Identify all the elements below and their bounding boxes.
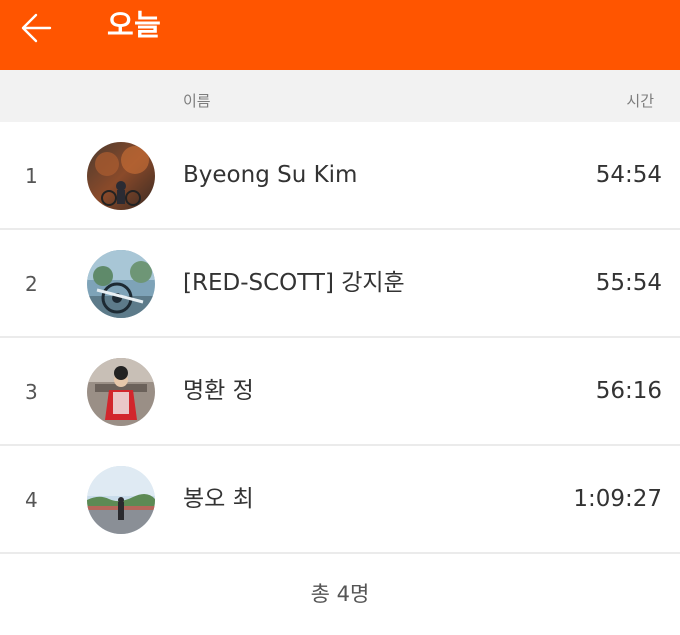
leaderboard-list: 1 Byeong Su Kim 54:54 2 [RED-SCOTT] 강지훈 … <box>0 122 680 554</box>
rider-name: Byeong Su Kim <box>183 162 358 188</box>
app-bar: 오늘 <box>0 0 680 70</box>
rank-number: 3 <box>25 380 38 404</box>
avatar <box>87 250 155 318</box>
leaderboard-row[interactable]: 2 [RED-SCOTT] 강지훈 55:54 <box>0 230 680 338</box>
back-button[interactable] <box>12 4 60 52</box>
rider-name: 명환 정 <box>183 378 254 404</box>
app-screen: 오늘 이름 시간 1 Byeong Su Kim 54:54 2 [RED-SC… <box>0 0 680 635</box>
rank-number: 2 <box>25 272 38 296</box>
rider-name: [RED-SCOTT] 강지훈 <box>183 270 405 296</box>
page-title: 오늘 <box>107 8 162 42</box>
column-header-time: 시간 <box>626 92 654 110</box>
table-header: 이름 시간 <box>0 70 680 123</box>
total-count: 총 4명 <box>310 582 370 606</box>
footer: 총 4명 <box>0 555 680 635</box>
ride-time: 1:09:27 <box>573 486 662 512</box>
arrow-left-icon <box>21 13 52 43</box>
ride-time: 56:16 <box>595 378 662 404</box>
rank-number: 1 <box>25 164 38 188</box>
rank-number: 4 <box>25 488 38 512</box>
leaderboard-row[interactable]: 4 봉오 최 1:09:27 <box>0 446 680 554</box>
ride-time: 54:54 <box>595 162 662 188</box>
avatar <box>87 142 155 210</box>
rider-name: 봉오 최 <box>183 486 254 512</box>
leaderboard-row[interactable]: 1 Byeong Su Kim 54:54 <box>0 122 680 230</box>
avatar <box>87 466 155 534</box>
column-header-name: 이름 <box>183 92 211 110</box>
avatar <box>87 358 155 426</box>
ride-time: 55:54 <box>595 270 662 296</box>
leaderboard-row[interactable]: 3 명환 정 56:16 <box>0 338 680 446</box>
